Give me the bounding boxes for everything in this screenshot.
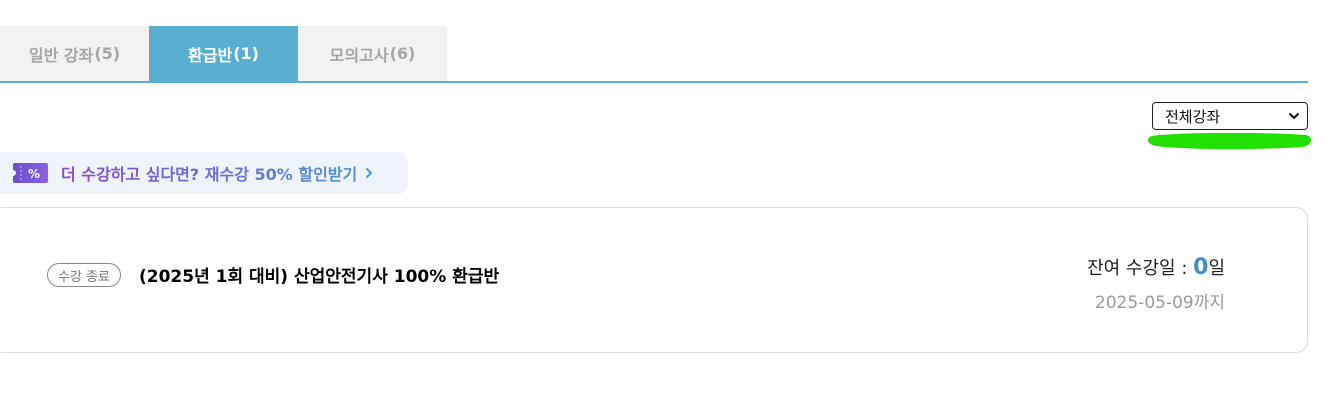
coupon-icon: % (13, 163, 48, 183)
tab-general-courses[interactable]: 일반 강좌 (5) (0, 26, 149, 81)
end-date-suffix: 까지 (1193, 293, 1225, 313)
select-value: 전체강좌 (1165, 107, 1221, 126)
tab-refund-courses[interactable]: 환급반 (1) (149, 26, 298, 81)
tab-mock-exams[interactable]: 모의고사 (6) (298, 26, 447, 81)
course-card[interactable]: 수강 종료 (2025년 1회 대비) 산업안전기사 100% 환급반 잔여 수… (0, 207, 1308, 353)
tab-count: (6) (389, 44, 416, 63)
course-tabs: 일반 강좌 (5) 환급반 (1) 모의고사 (6) (0, 26, 1308, 83)
chevron-right-icon (366, 168, 373, 178)
chevron-down-icon (1289, 113, 1299, 119)
remaining-days: 잔여 수강일 : 0일 (1087, 254, 1225, 280)
tab-label: 모의고사 (329, 45, 389, 65)
retake-discount-banner[interactable]: % 더 수강하고 싶다면? 재수강 50% 할인받기 (0, 152, 408, 194)
select-box[interactable]: 전체강좌 (1152, 102, 1308, 130)
end-date-value: 2025-05-09 (1094, 293, 1194, 313)
promo-text: 더 수강하고 싶다면? 재수강 50% 할인받기 (61, 161, 357, 185)
remaining-label: 잔여 수강일 : (1087, 258, 1194, 279)
remaining-days-unit: 일 (1208, 258, 1225, 279)
tab-count: (1) (233, 44, 259, 63)
coupon-percent-text: % (28, 167, 40, 181)
course-list-page: 일반 강좌 (5) 환급반 (1) 모의고사 (6) 전체강좌 % 더 수강하고… (0, 0, 1328, 402)
remaining-days-number: 0 (1193, 255, 1209, 280)
tab-count: (5) (94, 44, 121, 63)
end-date: 2025-05-09까지 (1095, 288, 1225, 313)
tab-label: 일반 강좌 (28, 45, 94, 65)
course-filter-select[interactable]: 전체강좌 (1152, 102, 1308, 130)
status-badge: 수강 종료 (47, 263, 121, 287)
course-title[interactable]: (2025년 1회 대비) 산업안전기사 100% 환급반 (139, 262, 499, 287)
tab-label: 환급반 (188, 45, 233, 65)
